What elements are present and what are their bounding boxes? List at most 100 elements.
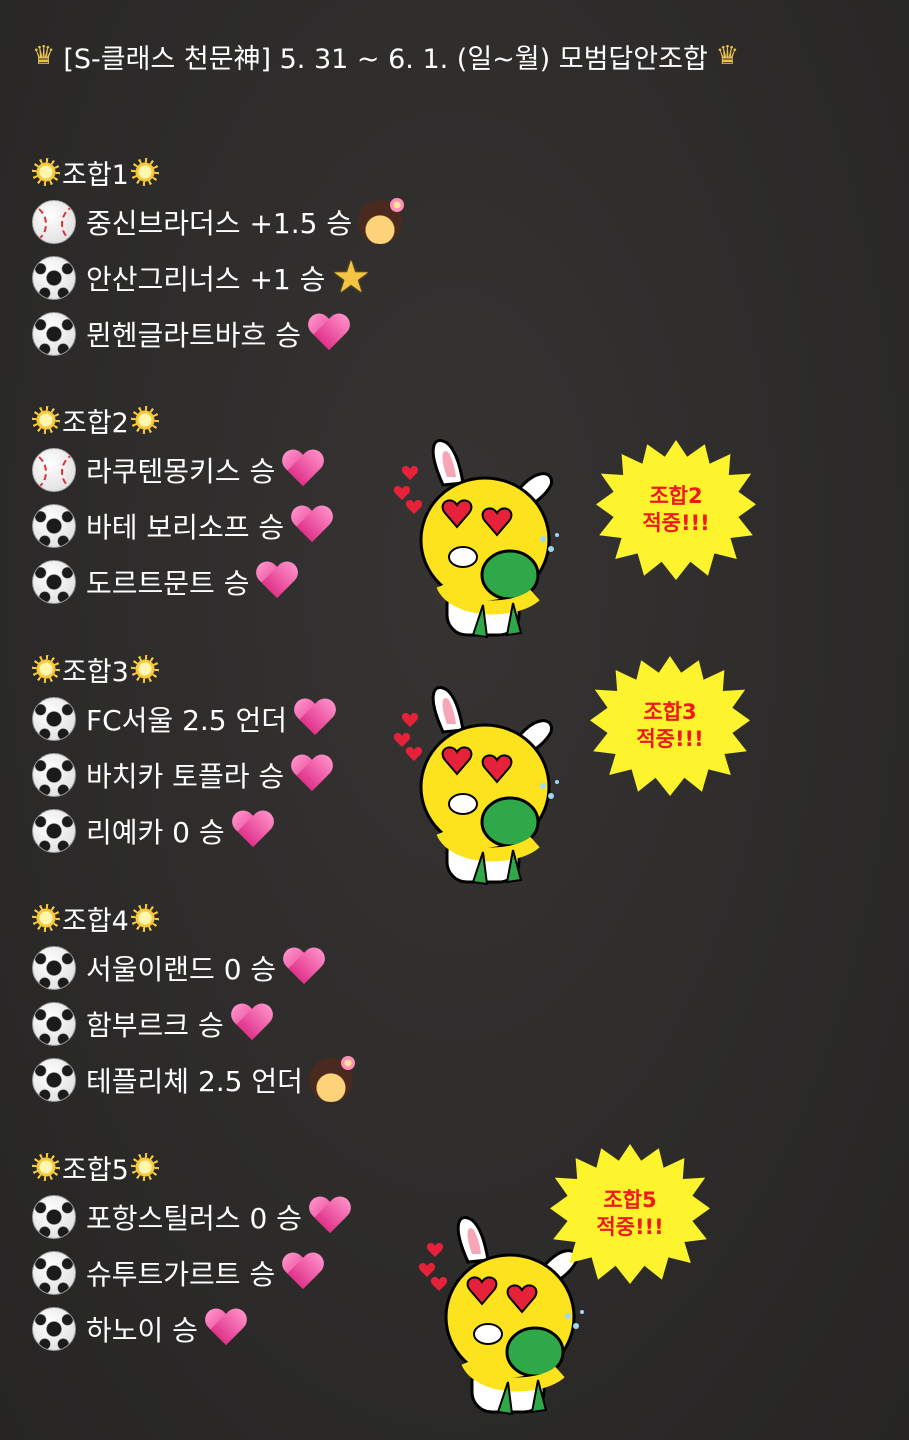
heart-icon (307, 312, 351, 356)
combo-heading: 조합4 (32, 896, 432, 940)
sun-icon (130, 655, 159, 683)
pick-row: 도르트문트 승 (32, 554, 432, 610)
pick-row: 리예카 0 승 (32, 803, 432, 859)
pick-row: 슈투트가르트 승 (32, 1245, 432, 1301)
combo-label: 조합3 (62, 656, 129, 688)
combo-heading: 조합5 (32, 1145, 432, 1189)
pick-text: 리예카 0 승 (86, 816, 225, 849)
sun-icon (32, 655, 60, 683)
soccer-ball-icon (32, 809, 76, 853)
sun-icon (130, 406, 159, 434)
badge-line-2: 적중!!! (642, 511, 710, 535)
heart-icon (290, 504, 334, 548)
sun-icon (32, 1153, 60, 1181)
combo-heading: 조합2 (32, 398, 432, 442)
pick-text: 바치카 토플라 승 (86, 760, 285, 793)
pick-text: 포항스틸러스 0 승 (86, 1202, 302, 1235)
combo-label: 조합1 (62, 159, 129, 191)
pick-row: 바테 보리소프 승 (32, 498, 432, 554)
pick-text: 테플리체 2.5 언더 (86, 1065, 303, 1098)
heart-icon (282, 946, 326, 990)
pick-row: 중신브라더스 +1.5 승 (32, 194, 432, 250)
baseball-icon (32, 448, 76, 492)
soccer-ball-icon (32, 312, 76, 356)
pick-row: 하노이 승 (32, 1301, 432, 1357)
sun-icon (32, 158, 60, 186)
crown-icon: ♛ (32, 41, 56, 71)
sun-icon (130, 158, 159, 186)
heart-icon (255, 560, 299, 604)
sun-icon (32, 904, 60, 932)
soccer-ball-icon (32, 560, 76, 604)
combo-heading: 조합1 (32, 150, 432, 194)
pick-row: 테플리체 2.5 언더 (32, 1052, 432, 1108)
post-title: ♛ [S-클래스 천문神] 5. 31 ~ 6. 1. (일~월) 모범답안조합… (32, 36, 739, 76)
soccer-ball-icon (32, 697, 76, 741)
combo-label: 조합5 (62, 1154, 129, 1186)
combo-section-3: 조합3 FC서울 2.5 언더 바치카 토플라 승 리예카 0 승 (32, 647, 432, 859)
pick-text: 슈투트가르트 승 (86, 1258, 276, 1291)
combo-section-5: 조합5 포항스틸러스 0 승 슈투트가르트 승 하노이 승 (32, 1145, 432, 1357)
sun-icon (130, 904, 159, 932)
pick-row: 포항스틸러스 0 승 (32, 1189, 432, 1245)
soccer-ball-icon (32, 1195, 76, 1239)
pick-text: 바테 보리소프 승 (86, 511, 285, 544)
soccer-ball-icon (32, 504, 76, 548)
soccer-ball-icon (32, 1058, 76, 1102)
badge-line-2: 적중!!! (636, 727, 704, 751)
pick-text: 도르트문트 승 (86, 567, 250, 600)
badge-line-1: 조합2 (649, 484, 703, 508)
rabbit-hug-sticker (393, 685, 559, 886)
heart-icon (308, 1195, 352, 1239)
pick-row: 라쿠텐몽키스 승 (32, 442, 432, 498)
soccer-ball-icon (32, 256, 76, 300)
combo-section-4: 조합4 서울이랜드 0 승 함부르크 승 테플리체 2.5 언더 (32, 896, 432, 1108)
combo-section-1: 조합1 중신브라더스 +1.5 승 안산그리너스 +1 승 ★ 뮌헨글라트바흐 … (32, 150, 432, 362)
soccer-ball-icon (32, 1002, 76, 1046)
sun-icon (130, 1153, 159, 1181)
rabbit-hug-sticker (418, 1215, 584, 1416)
pick-text: 라쿠텐몽키스 승 (86, 455, 276, 488)
combo-section-2: 조합2 라쿠텐몽키스 승 바테 보리소프 승 도르트문트 승 (32, 398, 432, 610)
pick-row: 함부르크 승 (32, 996, 432, 1052)
pick-row: FC서울 2.5 언더 (32, 691, 432, 747)
heart-icon (231, 809, 275, 853)
rabbit-hug-sticker (393, 438, 559, 639)
soccer-ball-icon (32, 1251, 76, 1295)
pick-row: 바치카 토플라 승 (32, 747, 432, 803)
badge-line-1: 조합5 (603, 1188, 657, 1212)
crown-icon: ♛ (715, 41, 740, 71)
hit-badge-combo2: 조합2 적중!!! (596, 440, 756, 580)
combo-label: 조합4 (62, 905, 129, 937)
hit-badge-combo3: 조합3 적중!!! (590, 656, 750, 796)
pick-text: 뮌헨글라트바흐 승 (86, 319, 301, 352)
soccer-ball-icon (32, 753, 76, 797)
soccer-ball-icon (32, 1307, 76, 1351)
sun-icon (32, 406, 60, 434)
pick-text: 하노이 승 (86, 1314, 198, 1347)
pick-row: 뮌헨글라트바흐 승 (32, 306, 432, 362)
combo-heading: 조합3 (32, 647, 432, 691)
girl-emoji-icon (308, 1056, 355, 1102)
heart-icon (293, 697, 337, 741)
pick-text: FC서울 2.5 언더 (86, 704, 288, 737)
soccer-ball-icon (32, 946, 76, 990)
post-title-text: [S-클래스 천문神] 5. 31 ~ 6. 1. (일~월) 모범답안조합 (63, 43, 708, 75)
pick-text: 안산그리너스 +1 승 (86, 263, 326, 296)
heart-icon (230, 1002, 274, 1046)
pick-text: 함부르크 승 (86, 1009, 224, 1042)
pick-text: 서울이랜드 0 승 (86, 953, 277, 986)
heart-icon (281, 1251, 325, 1295)
pick-row: 서울이랜드 0 승 (32, 940, 432, 996)
baseball-icon (32, 200, 76, 244)
star-icon: ★ (331, 252, 371, 303)
heart-icon (204, 1307, 248, 1351)
badge-line-1: 조합3 (643, 700, 697, 724)
heart-icon (281, 448, 325, 492)
combo-label: 조합2 (62, 407, 129, 439)
pick-text: 중신브라더스 +1.5 승 (86, 207, 353, 240)
heart-icon (290, 753, 334, 797)
badge-line-2: 적중!!! (596, 1215, 664, 1239)
pick-row: 안산그리너스 +1 승 ★ (32, 250, 432, 306)
girl-emoji-icon (358, 198, 405, 244)
